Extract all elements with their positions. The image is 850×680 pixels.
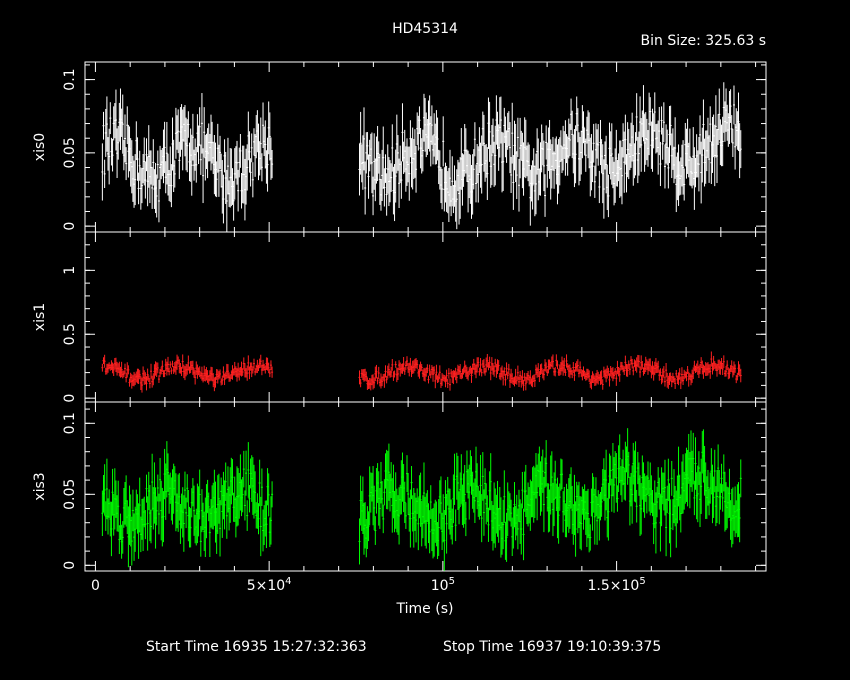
y-tick-label: 0.05 [62,479,78,510]
x-tick-label: 105 [431,576,455,594]
x-axis-label: Time (s) [396,601,454,617]
y-tick-label: 0.05 [62,137,78,168]
y-tick-label: 0.1 [62,68,78,90]
stop-time-label: Stop Time 16937 19:10:39:375 [443,639,661,655]
start-time-label: Start Time 16935 15:27:32:363 [146,639,367,655]
chart-title: HD45314 [392,21,458,37]
x-axis-ticks: 0 5×104 105 1.5×105 [91,576,646,594]
series-xis1 [101,351,742,393]
y-tick-label: 1 [62,266,78,275]
y-tick-label: 0 [62,561,78,570]
y-axis-label: xis0 [32,133,48,161]
bin-size-label: Bin Size: 325.63 s [641,33,766,49]
panel-xis0: xis0 0 0.05 0.1 [32,61,767,233]
panels: xis0 0 0.05 0.1 xis1 0 0.5 1 xis3 0 0.05 0.1 [32,61,767,572]
y-tick-label: 0.5 [62,323,78,345]
panel-xis1: xis1 0 0.5 1 [32,231,767,403]
light-curve-chart: HD45314 Bin Size: 325.63 s xis000.050.1x… [32,21,767,655]
series-xis0 [101,82,742,232]
panel-xis3: xis3 0 0.05 0.1 [32,401,767,572]
y-tick-label: 0 [62,394,78,403]
x-tick-label: 0 [91,578,100,594]
x-tick-label: 1.5×105 [588,576,646,594]
y-tick-label: 0 [62,222,78,231]
series-xis3 [101,428,742,571]
x-tick-label: 5×104 [247,576,292,594]
y-tick-label: 0.1 [62,412,78,434]
y-axis-label: xis1 [32,303,48,331]
y-axis-label: xis3 [32,472,48,500]
